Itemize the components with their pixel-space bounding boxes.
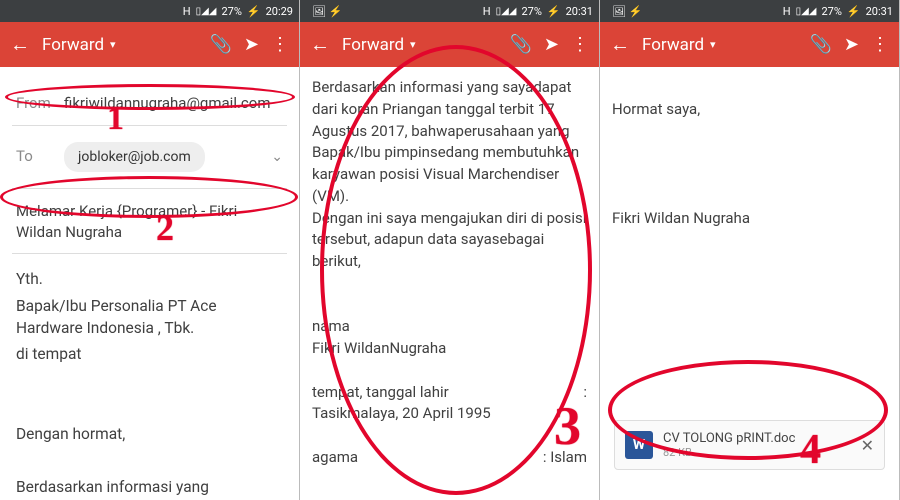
forward-dropdown[interactable]: Forward ▾ — [642, 35, 797, 55]
toolbar-title: Forward — [342, 35, 404, 55]
field-row: nama : — [312, 316, 587, 338]
charging-icon: ⚡ — [847, 5, 861, 18]
word-doc-icon: W — [625, 431, 653, 459]
body-line: Berdasarkan informasi yang sayadapat dar… — [16, 476, 283, 500]
closing-salutation: Hormat saya, — [612, 99, 887, 121]
toolbar-title: Forward — [642, 35, 704, 55]
body-line: di tempat — [16, 343, 283, 365]
status-bar: 🖼 ⚡ H ▯◢◢ 27% ⚡ 20:31 — [600, 0, 899, 22]
status-time: 20:31 — [866, 5, 893, 18]
send-icon[interactable]: ➤ — [844, 34, 859, 55]
status-time: 20:29 — [266, 5, 293, 18]
battery-percent: 27% — [521, 5, 541, 18]
signal-icons: ▯◢◢ — [796, 6, 817, 17]
from-value: fikriwildannugraha@gmail.com — [64, 93, 270, 115]
status-indicator: H — [183, 5, 191, 18]
field-row: tempat, tanggal lahir : — [312, 382, 587, 404]
signal-icons: ▯◢◢ — [496, 6, 517, 17]
caret-down-icon: ▾ — [410, 38, 416, 51]
screen-2-body: 🖼 ⚡ H ▯◢◢ 27% ⚡ 20:31 ← Forward ▾ 📎 ➤ ⋮ … — [300, 0, 600, 500]
attach-icon[interactable]: 📎 — [209, 34, 231, 55]
screen-1-compose: H ▯◢◢ 27% ⚡ 20:29 ← Forward ▾ 📎 ➤ ⋮ From… — [0, 0, 300, 500]
back-arrow-icon[interactable]: ← — [610, 32, 630, 57]
body-line — [16, 370, 283, 392]
status-time: 20:31 — [566, 5, 593, 18]
forward-dropdown[interactable]: Forward ▾ — [42, 35, 197, 55]
back-arrow-icon[interactable]: ← — [310, 32, 330, 57]
body-line: Yth. — [16, 268, 283, 290]
expand-recipients-icon[interactable]: ⌄ — [271, 147, 283, 167]
religion-label: agama — [312, 448, 358, 466]
to-row[interactable]: To jobloker@job.com ⌄ — [12, 132, 287, 182]
attachment-size: 82 KB — [663, 446, 851, 459]
app-toolbar: ← Forward ▾ 📎 ➤ ⋮ — [600, 22, 899, 67]
name-value: Fikri WildanNugraha — [312, 338, 587, 360]
status-bar: H ▯◢◢ 27% ⚡ 20:29 — [0, 0, 299, 22]
attachment-card[interactable]: W CV TOLONG pRINT.doc 82 KB ✕ — [614, 420, 885, 470]
attachment-info: CV TOLONG pRINT.doc 82 KB — [663, 431, 851, 459]
email-body[interactable]: Yth. Bapak/Ibu Personalia PT Ace Hardwar… — [12, 254, 287, 500]
body-line: Dengan hormat, — [16, 423, 283, 445]
status-indicator: H — [483, 5, 491, 18]
status-bar: 🖼 ⚡ H ▯◢◢ 27% ⚡ 20:31 — [300, 0, 599, 22]
email-body[interactable]: Berdasarkan informasi yang sayadapat dar… — [300, 67, 599, 500]
signature-name: Fikri Wildan Nugraha — [612, 208, 887, 230]
toolbar-title: Forward — [42, 35, 104, 55]
religion-value: : Islam — [543, 447, 587, 469]
charging-icon: ⚡ — [247, 5, 261, 18]
compose-content: From fikriwildannugraha@gmail.com To job… — [0, 67, 299, 500]
to-label: To — [16, 146, 64, 168]
body-line: Bapak/Ibu Personalia PT Ace Hardware Ind… — [16, 295, 283, 340]
subject-field[interactable]: Melamar Kerja {Programer} - Fikri Wildan… — [12, 188, 287, 254]
status-left-icons: 🖼 ⚡ — [612, 5, 642, 18]
recipient-chip[interactable]: jobloker@job.com — [64, 142, 205, 172]
status-left-icons: 🖼 ⚡ — [312, 5, 342, 18]
charging-icon: ⚡ — [547, 5, 561, 18]
forward-dropdown[interactable]: Forward ▾ — [342, 35, 497, 55]
battery-percent: 27% — [821, 5, 841, 18]
caret-down-icon: ▾ — [710, 38, 716, 51]
body-line — [16, 449, 283, 471]
back-arrow-icon[interactable]: ← — [10, 32, 30, 57]
remove-attachment-icon[interactable]: ✕ — [861, 436, 874, 455]
from-label: From — [16, 93, 64, 115]
overflow-menu-icon[interactable]: ⋮ — [571, 34, 589, 55]
overflow-menu-icon[interactable]: ⋮ — [271, 34, 289, 55]
screen-3-attachment: 🖼 ⚡ H ▯◢◢ 27% ⚡ 20:31 ← Forward ▾ 📎 ➤ ⋮ … — [600, 0, 900, 500]
colon: : — [583, 382, 587, 404]
body-paragraph: Dengan ini saya mengajukan diri di posis… — [312, 208, 587, 273]
from-row[interactable]: From fikriwildannugraha@gmail.com — [12, 83, 287, 126]
attach-icon[interactable]: 📎 — [509, 34, 531, 55]
app-toolbar: ← Forward ▾ 📎 ➤ ⋮ — [0, 22, 299, 67]
status-indicator: H — [783, 5, 791, 18]
field-row: agama : Islam — [312, 447, 587, 469]
overflow-menu-icon[interactable]: ⋮ — [871, 34, 889, 55]
name-label: nama — [312, 317, 350, 335]
app-toolbar: ← Forward ▾ 📎 ➤ ⋮ — [300, 22, 599, 67]
signal-icons: ▯◢◢ — [196, 6, 217, 17]
caret-down-icon: ▾ — [110, 38, 116, 51]
birth-value: Tasikmalaya, 20 April 1995 — [312, 403, 587, 425]
battery-percent: 27% — [221, 5, 241, 18]
colon: : — [583, 316, 587, 338]
attachment-filename: CV TOLONG pRINT.doc — [663, 431, 851, 446]
send-icon[interactable]: ➤ — [244, 34, 259, 55]
body-paragraph: Berdasarkan informasi yang sayadapat dar… — [312, 77, 587, 208]
birth-label: tempat, tanggal lahir — [312, 383, 449, 401]
attach-icon[interactable]: 📎 — [809, 34, 831, 55]
send-icon[interactable]: ➤ — [544, 34, 559, 55]
body-line — [16, 396, 283, 418]
